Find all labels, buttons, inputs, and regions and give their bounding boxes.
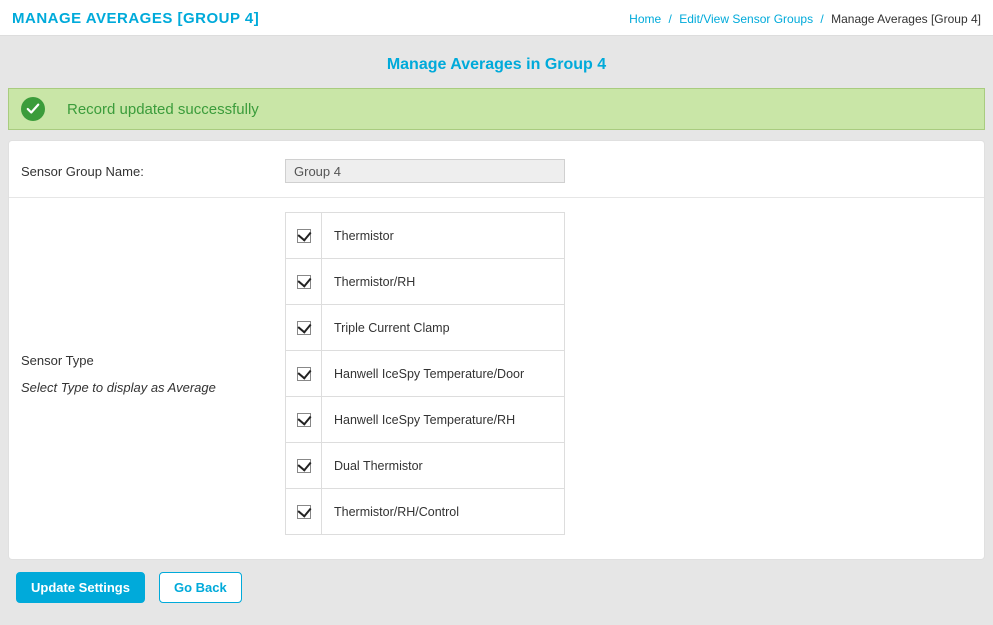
- group-name-input: [285, 159, 565, 183]
- sensor-type-hint: Select Type to display as Average: [21, 380, 285, 395]
- sensor-type-name: Dual Thermistor: [322, 443, 565, 489]
- success-alert: Record updated successfully: [8, 88, 985, 130]
- sensor-type-checkbox[interactable]: [297, 367, 311, 381]
- sensor-type-name: Triple Current Clamp: [322, 305, 565, 351]
- sensor-type-row: Sensor Type Select Type to display as Av…: [9, 198, 984, 559]
- group-name-label: Sensor Group Name:: [21, 164, 285, 179]
- sensor-type-checkbox[interactable]: [297, 505, 311, 519]
- sensor-type-name: Thermistor/RH/Control: [322, 489, 565, 535]
- subtitle: Manage Averages in Group 4: [387, 56, 606, 73]
- sensor-type-checkbox[interactable]: [297, 413, 311, 427]
- footer-actions: Update Settings Go Back: [6, 560, 987, 615]
- table-row: Thermistor/RH: [286, 259, 565, 305]
- breadcrumb-separator: /: [820, 12, 823, 26]
- sensor-type-name: Thermistor/RH: [322, 259, 565, 305]
- table-row: Thermistor/RH/Control: [286, 489, 565, 535]
- alert-message: Record updated successfully: [67, 101, 259, 118]
- check-circle-icon: [21, 97, 45, 121]
- subtitle-band: Manage Averages in Group 4: [6, 42, 987, 88]
- page-title: MANAGE AVERAGES [GROUP 4]: [12, 10, 259, 27]
- sensor-type-name: Hanwell IceSpy Temperature/RH: [322, 397, 565, 443]
- update-settings-button[interactable]: Update Settings: [16, 572, 145, 603]
- table-row: Hanwell IceSpy Temperature/RH: [286, 397, 565, 443]
- sensor-type-label-block: Sensor Type Select Type to display as Av…: [21, 212, 285, 535]
- table-row: Triple Current Clamp: [286, 305, 565, 351]
- form-panel: Sensor Group Name: Sensor Type Select Ty…: [8, 140, 985, 560]
- sensor-types-table: Thermistor Thermistor/RH Triple Current …: [285, 212, 565, 535]
- sensor-type-checkbox[interactable]: [297, 321, 311, 335]
- sensor-type-checkbox[interactable]: [297, 275, 311, 289]
- table-row: Hanwell IceSpy Temperature/Door: [286, 351, 565, 397]
- go-back-button[interactable]: Go Back: [159, 572, 242, 603]
- breadcrumb-sensor-groups[interactable]: Edit/View Sensor Groups: [679, 12, 813, 26]
- breadcrumb-current: Manage Averages [Group 4]: [831, 12, 981, 26]
- sensor-type-name: Hanwell IceSpy Temperature/Door: [322, 351, 565, 397]
- group-name-row: Sensor Group Name:: [9, 141, 984, 198]
- top-bar: MANAGE AVERAGES [GROUP 4] Home / Edit/Vi…: [0, 0, 993, 36]
- sensor-type-label: Sensor Type: [21, 353, 285, 368]
- breadcrumb-home[interactable]: Home: [629, 12, 661, 26]
- breadcrumb-separator: /: [669, 12, 672, 26]
- sensor-type-checkbox[interactable]: [297, 229, 311, 243]
- sensor-type-name: Thermistor: [322, 213, 565, 259]
- sensor-type-checkbox[interactable]: [297, 459, 311, 473]
- table-row: Dual Thermistor: [286, 443, 565, 489]
- breadcrumb: Home / Edit/View Sensor Groups / Manage …: [629, 12, 981, 26]
- table-row: Thermistor: [286, 213, 565, 259]
